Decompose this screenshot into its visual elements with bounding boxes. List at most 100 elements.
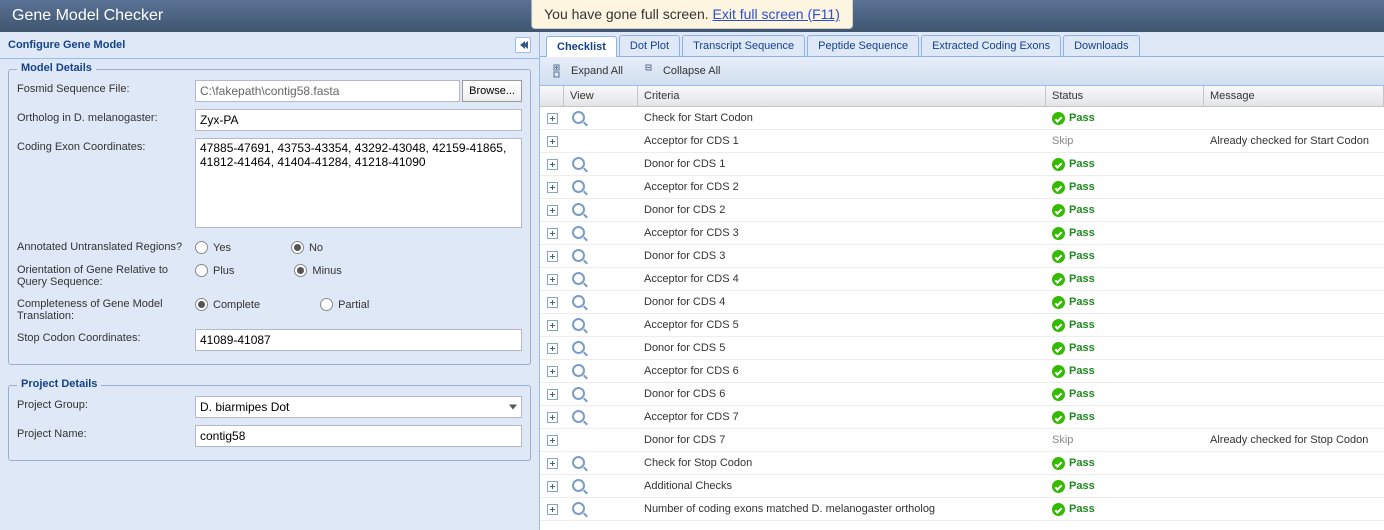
tab-peptide-sequence[interactable]: Peptide Sequence [807,35,919,56]
check-icon [1052,319,1065,332]
magnifier-icon[interactable] [572,479,587,494]
message-cell [1204,254,1384,258]
col-message-header[interactable]: Message [1204,86,1384,106]
expand-row-icon[interactable] [547,159,558,170]
exon-label: Coding Exon Coordinates: [17,138,195,153]
orientation-label: Orientation of Gene Relative to Query Se… [17,261,195,288]
project-group-select[interactable] [195,396,522,418]
col-view-header[interactable]: View [564,86,638,106]
magnifier-icon[interactable] [572,203,587,218]
message-cell [1204,231,1384,235]
app-title: Gene Model Checker [12,7,163,24]
message-cell [1204,484,1384,488]
expand-row-icon[interactable] [547,458,558,469]
orientation-plus-radio[interactable]: Plus [195,264,234,277]
col-criteria-header[interactable]: Criteria [638,86,1046,106]
check-icon [1052,204,1065,217]
check-icon [1052,227,1065,240]
col-expand-header [540,86,564,106]
table-row: Donor for CDS 2Pass [540,199,1384,222]
orientation-minus-radio[interactable]: Minus [294,264,341,277]
tab-transcript-sequence[interactable]: Transcript Sequence [682,35,805,56]
magnifier-icon[interactable] [572,180,587,195]
completeness-partial-radio[interactable]: Partial [320,298,369,311]
message-cell [1204,185,1384,189]
expand-row-icon[interactable] [547,297,558,308]
expand-row-icon[interactable] [547,366,558,377]
criteria-cell: Acceptor for CDS 5 [638,317,1046,333]
magnifier-icon[interactable] [572,226,587,241]
chevron-left-icon [523,41,528,49]
magnifier-icon[interactable] [572,295,587,310]
criteria-cell: Check for Stop Codon [638,455,1046,471]
magnifier-icon[interactable] [572,341,587,356]
magnifier-icon[interactable] [572,157,587,172]
exon-coordinates-input[interactable]: 47885-47691, 43753-43354, 43292-43048, 4… [195,138,522,228]
tab-checklist[interactable]: Checklist [546,36,617,57]
status-cell: Pass [1046,271,1204,288]
expand-all-button[interactable]: Expand All [546,61,630,81]
utr-yes-radio[interactable]: Yes [195,241,231,254]
magnifier-icon[interactable] [572,387,587,402]
tab-dot-plot[interactable]: Dot Plot [619,35,680,56]
collapse-panel-button[interactable] [515,37,531,53]
ortholog-input[interactable] [195,109,522,131]
completeness-complete-radio[interactable]: Complete [195,298,260,311]
criteria-cell: Acceptor for CDS 3 [638,225,1046,241]
tab-extracted-coding-exons[interactable]: Extracted Coding Exons [921,35,1061,56]
expand-row-icon[interactable] [547,412,558,423]
magnifier-icon[interactable] [572,502,587,517]
status-cell: Pass [1046,501,1204,518]
expand-row-icon[interactable] [547,389,558,400]
magnifier-icon[interactable] [572,364,587,379]
radio-icon [195,264,208,277]
expand-row-icon[interactable] [547,274,558,285]
expand-row-icon[interactable] [547,343,558,354]
message-cell: Already checked for Start Codon [1204,133,1384,149]
exit-fullscreen-link[interactable]: Exit full screen (F11) [713,6,840,22]
expand-row-icon[interactable] [547,136,558,147]
project-name-input[interactable] [195,425,522,447]
status-cell: Skip [1046,133,1204,149]
table-row: Donor for CDS 7SkipAlready checked for S… [540,429,1384,452]
expand-row-icon[interactable] [547,320,558,331]
magnifier-icon[interactable] [572,249,587,264]
expand-row-icon[interactable] [547,504,558,515]
criteria-cell: Donor for CDS 6 [638,386,1046,402]
criteria-cell: Additional Checks [638,478,1046,494]
magnifier-icon[interactable] [572,272,587,287]
criteria-cell: Donor for CDS 5 [638,340,1046,356]
message-cell: Already checked for Stop Codon [1204,432,1384,448]
collapse-all-button[interactable]: Collapse All [638,61,727,81]
magnifier-icon[interactable] [572,111,587,126]
check-icon [1052,480,1065,493]
expand-row-icon[interactable] [547,251,558,262]
message-cell [1204,300,1384,304]
fosmid-file-input[interactable] [195,80,460,102]
check-icon [1052,296,1065,309]
utr-no-radio[interactable]: No [291,241,323,254]
magnifier-icon[interactable] [572,456,587,471]
stop-codon-label: Stop Codon Coordinates: [17,329,195,344]
expand-row-icon[interactable] [547,435,558,446]
stop-codon-input[interactable] [195,329,522,351]
status-cell: Pass [1046,202,1204,219]
status-cell: Pass [1046,294,1204,311]
grid-body[interactable]: Check for Start CodonPassAcceptor for CD… [540,107,1384,530]
expand-row-icon[interactable] [547,182,558,193]
tab-downloads[interactable]: Downloads [1063,35,1139,56]
expand-row-icon[interactable] [547,205,558,216]
browse-button[interactable]: Browse... [462,80,522,102]
utr-label: Annotated Untranslated Regions? [17,238,195,253]
expand-row-icon[interactable] [547,481,558,492]
expand-row-icon[interactable] [547,228,558,239]
magnifier-icon[interactable] [572,410,587,425]
panel-title: Configure Gene Model [8,39,125,51]
status-cell: Pass [1046,478,1204,495]
col-status-header[interactable]: Status [1046,86,1204,106]
status-cell: Pass [1046,386,1204,403]
project-details-legend: Project Details [17,378,101,390]
magnifier-icon[interactable] [572,318,587,333]
expand-row-icon[interactable] [547,113,558,124]
expand-tree-icon [553,64,567,78]
